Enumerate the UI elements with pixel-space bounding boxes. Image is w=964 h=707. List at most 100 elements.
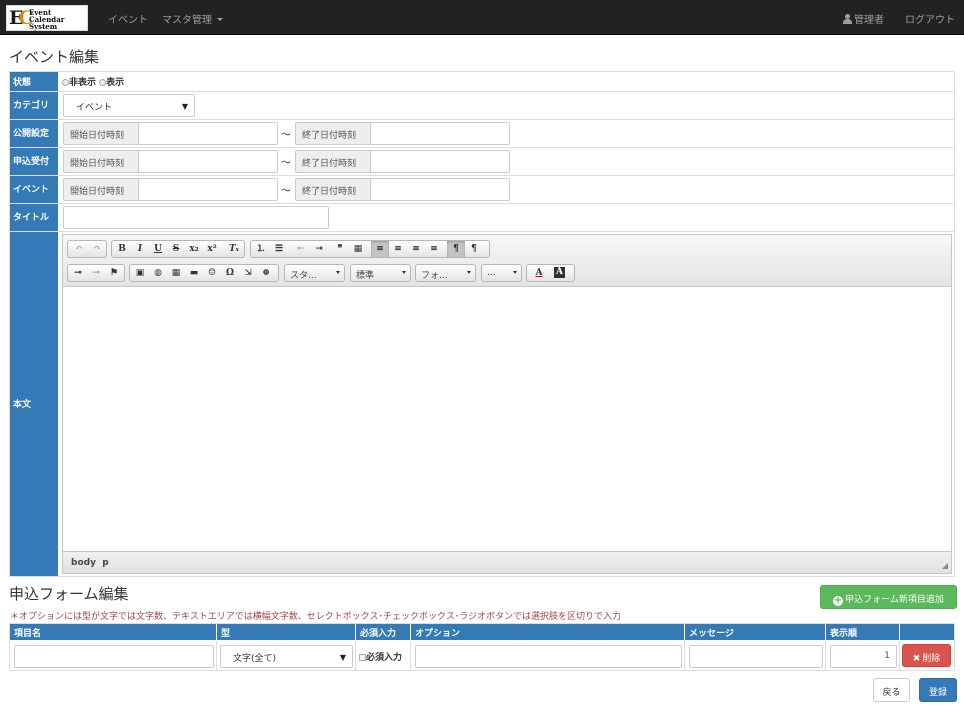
publish-start-input[interactable] bbox=[138, 122, 278, 145]
form-row-body: 本文 ↶ ↷ B I U S x₂ x² Tₓ ⒈ ☰ ⇤ ⇥ ❞ ▦ ≡ ≡ … bbox=[10, 232, 954, 576]
outdent-icon[interactable]: ⇤ bbox=[292, 241, 310, 257]
remove-format-icon[interactable]: Tₓ bbox=[225, 241, 243, 257]
special-char-icon[interactable]: Ω bbox=[221, 265, 239, 281]
smiley-icon[interactable]: ☺ bbox=[203, 265, 221, 281]
rtl-icon[interactable]: ¶ bbox=[465, 241, 483, 257]
required-label: 必須入力 bbox=[366, 653, 403, 663]
event-start-input[interactable] bbox=[138, 178, 278, 201]
table-icon[interactable]: ▦ bbox=[167, 265, 185, 281]
chevron-down-icon bbox=[467, 271, 471, 274]
publish-end-addon: 終了日付時刻 bbox=[295, 122, 371, 145]
close-icon: ✖ bbox=[912, 654, 921, 664]
path-body[interactable]: body bbox=[71, 558, 96, 568]
link-icon[interactable]: ⊸ bbox=[69, 265, 87, 281]
status-label: 状態 bbox=[10, 72, 59, 91]
required-checkbox[interactable] bbox=[359, 654, 366, 661]
nav-logout[interactable]: ログアウト bbox=[905, 11, 955, 26]
iframe-icon[interactable]: ⊕ bbox=[257, 265, 275, 281]
delete-item-button[interactable]: ✖ 削除 bbox=[902, 644, 951, 667]
editor-elements-path: body p bbox=[63, 551, 951, 573]
align-center-icon[interactable]: ≡ bbox=[389, 241, 407, 257]
chevron-down-icon bbox=[217, 18, 223, 21]
col-item-name: 項目名 bbox=[10, 624, 217, 640]
item-message-input[interactable] bbox=[689, 645, 823, 668]
form-row-publish: 公開設定 開始日付時刻 〜 終了日付時刻 bbox=[10, 120, 954, 148]
flash-icon[interactable]: ◍ bbox=[149, 265, 167, 281]
nav-events[interactable]: イベント bbox=[108, 11, 148, 26]
undo-icon[interactable]: ↶ bbox=[70, 241, 88, 257]
image-icon[interactable]: ▣ bbox=[131, 265, 149, 281]
event-label: イベント bbox=[10, 176, 59, 203]
status-option-hidden: 非表示 bbox=[69, 78, 97, 88]
resize-handle-icon[interactable] bbox=[942, 563, 948, 569]
editor-content-area[interactable] bbox=[63, 287, 951, 551]
item-option-input[interactable] bbox=[415, 645, 682, 668]
item-name-input[interactable] bbox=[14, 645, 214, 668]
indent-icon[interactable]: ⇥ bbox=[310, 241, 328, 257]
item-order-input[interactable]: 1 bbox=[830, 645, 897, 668]
toolbar-group-colors: A A bbox=[526, 264, 575, 282]
body-label: 本文 bbox=[10, 232, 59, 576]
styles-combo[interactable]: スタ... bbox=[284, 264, 345, 282]
italic-icon[interactable]: I bbox=[131, 241, 149, 257]
div-container-icon[interactable]: ▦ bbox=[349, 241, 367, 257]
col-option: オプション bbox=[411, 624, 685, 640]
app-logo[interactable]: EC Event Calendar System bbox=[6, 5, 88, 31]
text-color-icon[interactable]: A bbox=[528, 265, 550, 281]
status-radio-hidden[interactable] bbox=[62, 79, 69, 86]
apply-end-input[interactable] bbox=[370, 150, 510, 173]
strikethrough-icon[interactable]: S bbox=[167, 241, 185, 257]
underline-icon[interactable]: U bbox=[149, 241, 167, 257]
save-button[interactable]: 登録 bbox=[919, 678, 957, 702]
item-type-value: 文字(全て) bbox=[233, 654, 277, 664]
anchor-icon[interactable]: ⚑ bbox=[105, 265, 123, 281]
nav-master-label: マスタ管理 bbox=[162, 15, 212, 26]
logo-text: Event Calendar System bbox=[29, 8, 65, 31]
page-break-icon[interactable]: ⇲ bbox=[239, 265, 257, 281]
bulleted-list-icon[interactable]: ☰ bbox=[270, 241, 288, 257]
blockquote-icon[interactable]: ❞ bbox=[331, 241, 349, 257]
bg-color-icon[interactable]: A bbox=[554, 267, 565, 278]
status-option-visible: 表示 bbox=[106, 78, 125, 88]
add-form-item-button[interactable]: + 申込フォーム新項目追加 bbox=[820, 585, 957, 609]
form-row-title: タイトル bbox=[10, 204, 954, 232]
apply-start-input[interactable] bbox=[138, 150, 278, 173]
bold-icon[interactable]: B bbox=[113, 241, 131, 257]
rich-text-editor: ↶ ↷ B I U S x₂ x² Tₓ ⒈ ☰ ⇤ ⇥ ❞ ▦ ≡ ≡ ≡ ≡… bbox=[62, 234, 952, 574]
nav-master-dropdown[interactable]: マスタ管理 bbox=[162, 11, 223, 26]
nav-user[interactable]: 管理者 bbox=[843, 11, 884, 26]
toolbar-group-basic: B I U S x₂ x² Tₓ bbox=[111, 240, 245, 258]
font-size-combo[interactable]: ... bbox=[481, 264, 522, 282]
nav-user-label: 管理者 bbox=[854, 15, 884, 26]
category-select[interactable]: イベント ▼ bbox=[63, 94, 195, 117]
event-start-addon: 開始日付時刻 bbox=[63, 178, 139, 201]
unlink-icon[interactable]: ⊸ bbox=[87, 265, 105, 281]
format-combo[interactable]: 標準 bbox=[350, 264, 411, 282]
font-combo-label: フォ... bbox=[421, 271, 448, 281]
align-right-icon[interactable]: ≡ bbox=[407, 241, 425, 257]
align-justify-icon[interactable]: ≡ bbox=[425, 241, 443, 257]
subscript-icon[interactable]: x₂ bbox=[185, 241, 203, 257]
redo-icon[interactable]: ↷ bbox=[88, 241, 106, 257]
horizontal-rule-icon[interactable]: ▬ bbox=[185, 265, 203, 281]
form-editor-note: ＊オプションには型が文字では文字数、テキストエリアでは横幅文字数、セレクトボック… bbox=[10, 612, 622, 622]
item-type-select[interactable]: 文字(全て) ▼ bbox=[220, 645, 353, 668]
superscript-icon[interactable]: x² bbox=[203, 241, 221, 257]
publish-start-addon: 開始日付時刻 bbox=[63, 122, 139, 145]
ltr-icon[interactable]: ¶ bbox=[447, 241, 465, 257]
page-title: イベント編集 bbox=[9, 48, 100, 66]
apply-end-addon: 終了日付時刻 bbox=[295, 150, 371, 173]
chevron-down-icon bbox=[513, 271, 517, 274]
chevron-down-icon: ▼ bbox=[181, 102, 188, 111]
numbered-list-icon[interactable]: ⒈ bbox=[252, 241, 270, 257]
publish-end-input[interactable] bbox=[370, 122, 510, 145]
font-combo[interactable]: フォ... bbox=[415, 264, 476, 282]
form-row-event: イベント 開始日付時刻 〜 終了日付時刻 bbox=[10, 176, 954, 204]
title-input[interactable] bbox=[63, 206, 329, 229]
path-p[interactable]: p bbox=[102, 558, 108, 568]
form-items-header: 項目名 型 必須入力 オプション メッセージ 表示順 bbox=[10, 624, 954, 640]
form-items-table: 項目名 型 必須入力 オプション メッセージ 表示順 文字(全て) ▼ 必須入力 … bbox=[9, 623, 955, 671]
back-button[interactable]: 戻る bbox=[873, 678, 910, 702]
align-left-icon[interactable]: ≡ bbox=[371, 241, 389, 257]
event-end-input[interactable] bbox=[370, 178, 510, 201]
